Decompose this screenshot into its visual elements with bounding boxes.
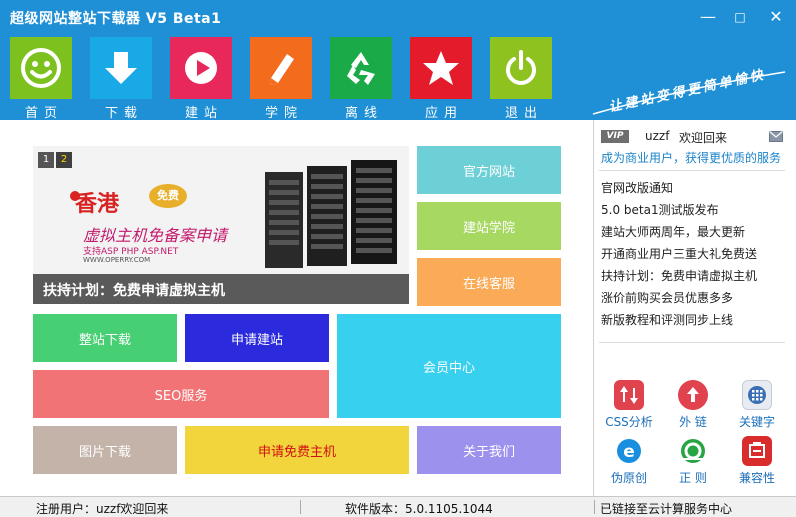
tool-external-links[interactable]: 外 链 xyxy=(663,380,723,436)
sidebar-separator xyxy=(599,342,785,343)
toolbar-label: 首页 xyxy=(24,106,63,121)
status-version: 软件版本：5.0.1105.1044 xyxy=(345,502,493,516)
toolbar-label: 下载 xyxy=(104,106,143,121)
tool-keywords[interactable]: 关键字 xyxy=(727,380,787,436)
toolbar-download-button[interactable]: 下载 xyxy=(90,37,152,121)
banner-caption[interactable]: 扶持计划：免费申请虚拟主机 xyxy=(43,280,225,300)
tile-apply-site[interactable]: 申请建站 xyxy=(185,314,329,362)
toolbar-exit-button[interactable]: 退出 xyxy=(490,37,552,121)
tool-label: 兼容性 xyxy=(738,471,775,485)
power-icon xyxy=(490,37,552,99)
tile-member-center[interactable]: 会员中心 xyxy=(337,314,561,418)
tile-online-service[interactable]: 在线客服 xyxy=(417,258,561,306)
ad-brand: 香港 xyxy=(75,192,120,217)
ad-badge: 免费 xyxy=(149,184,187,208)
status-user: 注册用户：uzzf欢迎回来 xyxy=(36,502,169,516)
upload-cloud-icon xyxy=(678,380,708,410)
welcome-text: 欢迎回来 xyxy=(679,131,728,145)
recycle-icon xyxy=(330,37,392,99)
compat-box-icon xyxy=(742,436,772,466)
username: uzzf xyxy=(645,129,670,143)
news-item[interactable]: 新版教程和评测同步上线 xyxy=(601,310,786,332)
toolbar-label: 学院 xyxy=(264,106,303,121)
mail-icon[interactable] xyxy=(769,131,783,142)
tool-label: 伪原创 xyxy=(610,471,647,485)
app-title: 超级网站整站下载器 V5 Beta1 xyxy=(10,11,222,27)
tool-label: 关键字 xyxy=(738,415,775,429)
smiley-icon xyxy=(10,37,72,99)
main-content: 1 2 香港 免费 虚拟主机免备案申请 支持ASP PHP ASP.NET WW… xyxy=(0,120,796,496)
tool-css-analysis[interactable]: CSS分析 xyxy=(599,380,659,436)
news-item[interactable]: 扶持计划：免费申请虚拟主机 xyxy=(601,266,786,288)
status-connection: 已链接至云计算服务中心 xyxy=(600,502,733,516)
slider-dot-2[interactable]: 2 xyxy=(56,152,72,168)
slogan-area: 让建站变得更简单愉快 xyxy=(585,67,790,120)
ie-browser-icon: e xyxy=(614,436,644,466)
news-item[interactable]: 开通商业用户三重大礼免费送 xyxy=(601,244,786,266)
news-item[interactable]: 5.0 beta1测试版发布 xyxy=(601,200,786,222)
tool-regex[interactable]: 正 则 xyxy=(663,436,723,492)
tile-image-download[interactable]: 图片下载 xyxy=(33,426,177,474)
toolbar-apps-button[interactable]: 应用 xyxy=(410,37,472,121)
play-circle-icon xyxy=(170,37,232,99)
upgrade-link[interactable]: 成为商业用户，获得更优质的服务 xyxy=(601,149,781,166)
toolbar-label: 离线 xyxy=(344,106,383,121)
tile-seo[interactable]: SEO服务 xyxy=(33,370,329,418)
toolbar-label: 退出 xyxy=(504,106,543,121)
tool-compatibility[interactable]: 兼容性 xyxy=(727,436,787,492)
sidebar-separator xyxy=(599,170,785,171)
css-arrows-icon xyxy=(614,380,644,410)
maximize-button[interactable]: □ xyxy=(726,6,754,28)
toolbar-home-button[interactable]: 首页 xyxy=(10,37,72,121)
close-button[interactable]: ✕ xyxy=(762,6,790,28)
server-rack-illustration xyxy=(265,160,397,268)
keypad-icon xyxy=(742,380,772,410)
ad-url: WWW.OPERRY.COM xyxy=(83,256,151,264)
tool-pseudo-original[interactable]: e 伪原创 xyxy=(599,436,659,492)
status-bar: 注册用户：uzzf欢迎回来 软件版本：5.0.1105.1044 已链接至云计算… xyxy=(0,496,796,517)
tile-free-host[interactable]: 申请免费主机 xyxy=(185,426,409,474)
tile-about[interactable]: 关于我们 xyxy=(417,426,561,474)
tool-label: 正 则 xyxy=(679,471,707,485)
download-arrow-icon xyxy=(90,37,152,99)
toolbar-offline-button[interactable]: 离线 xyxy=(330,37,392,121)
status-divider xyxy=(594,500,595,514)
status-divider xyxy=(300,500,301,514)
title-bar: 超级网站整站下载器 V5 Beta1 — □ ✕ xyxy=(0,0,796,34)
tile-site-download[interactable]: 整站下载 xyxy=(33,314,177,362)
toolbar-build-button[interactable]: 建站 xyxy=(170,37,232,121)
news-item[interactable]: 建站大师两周年，最大更新 xyxy=(601,222,786,244)
pencil-icon xyxy=(250,37,312,99)
news-list: 官网改版通知 5.0 beta1测试版发布 建站大师两周年，最大更新 开通商业用… xyxy=(601,178,786,332)
ad-headline: 虚拟主机免备案申请 xyxy=(83,226,228,245)
user-info-row: VIP uzzf 欢迎回来 xyxy=(601,129,786,146)
tile-academy[interactable]: 建站学院 xyxy=(417,202,561,250)
vip-badge: VIP xyxy=(601,130,629,143)
news-item[interactable]: 官网改版通知 xyxy=(601,178,786,200)
tool-label: 外 链 xyxy=(679,415,707,429)
star-icon xyxy=(410,37,472,99)
svg-text:e: e xyxy=(623,442,635,462)
regex-circle-icon xyxy=(678,436,708,466)
banner-slider[interactable]: 1 2 香港 免费 虚拟主机免备案申请 支持ASP PHP ASP.NET WW… xyxy=(33,146,409,304)
slider-dots: 1 2 xyxy=(38,152,72,168)
minimize-button[interactable]: — xyxy=(694,6,722,28)
news-item[interactable]: 涨价前购买会员优惠多多 xyxy=(601,288,786,310)
slider-dot-1[interactable]: 1 xyxy=(38,152,54,168)
toolbar-label: 建站 xyxy=(184,106,223,121)
tool-label: CSS分析 xyxy=(605,415,653,429)
toolbar-label: 应用 xyxy=(424,106,463,121)
tile-official-site[interactable]: 官方网站 xyxy=(417,146,561,194)
sidebar-divider xyxy=(593,120,594,496)
toolbar-academy-button[interactable]: 学院 xyxy=(250,37,312,121)
